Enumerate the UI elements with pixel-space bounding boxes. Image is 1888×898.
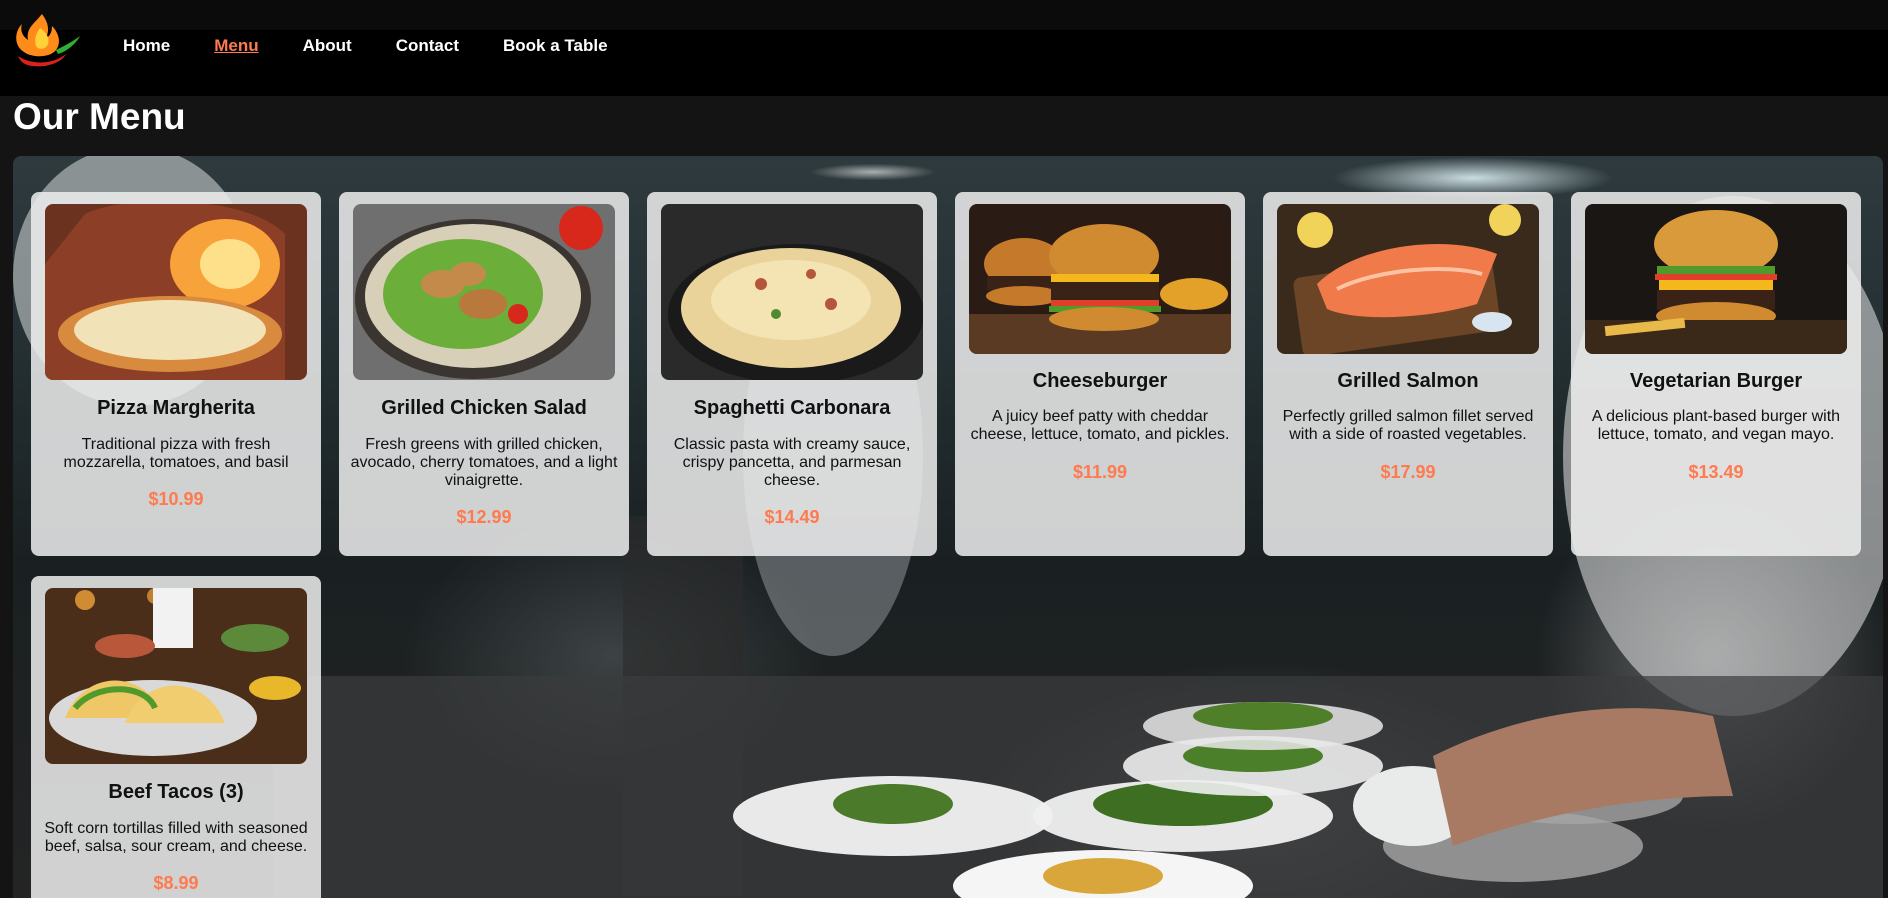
item-name: Cheeseburger bbox=[1032, 370, 1168, 392]
item-price: $8.99 bbox=[153, 873, 199, 893]
nav-about[interactable]: About bbox=[303, 36, 352, 56]
salmon-photo bbox=[1277, 204, 1539, 354]
logo[interactable] bbox=[4, 10, 86, 76]
item-price: $13.49 bbox=[1688, 462, 1744, 482]
item-description: Perfectly grilled salmon fillet served w… bbox=[1282, 408, 1534, 443]
menu-card[interactable]: Grilled Salmon Perfectly grilled salmon … bbox=[1263, 192, 1553, 556]
nav-links: Home Menu About Contact Book a Table bbox=[123, 36, 652, 56]
pasta-photo bbox=[661, 204, 923, 380]
page-title: Our Menu bbox=[13, 96, 186, 137]
item-name: Vegetarian Burger bbox=[1629, 370, 1803, 392]
salad-photo bbox=[353, 204, 615, 380]
nav-home[interactable]: Home bbox=[123, 36, 170, 56]
salmon-image bbox=[1277, 204, 1539, 354]
menu-card[interactable]: Cheeseburger A juicy beef patty with che… bbox=[955, 192, 1245, 556]
item-description: A juicy beef patty with cheddar cheese, … bbox=[970, 408, 1230, 443]
item-price: $10.99 bbox=[148, 489, 204, 509]
item-description: A delicious plant-based burger with lett… bbox=[1591, 408, 1841, 443]
menu-card[interactable]: Beef Tacos (3) Soft corn tortillas fille… bbox=[31, 576, 321, 898]
item-price: $17.99 bbox=[1380, 462, 1436, 482]
item-description: Fresh greens with grilled chicken, avoca… bbox=[350, 436, 618, 489]
item-name: Spaghetti Carbonara bbox=[693, 397, 891, 419]
salad-image bbox=[353, 204, 615, 380]
item-price: $14.49 bbox=[764, 507, 820, 527]
item-description: Soft corn tortillas filled with seasoned… bbox=[44, 820, 308, 855]
menu-card[interactable]: Spaghetti Carbonara Classic pasta with c… bbox=[647, 192, 937, 556]
top-strip bbox=[0, 0, 1888, 30]
nav-contact[interactable]: Contact bbox=[396, 36, 459, 56]
item-name: Grilled Salmon bbox=[1337, 370, 1479, 392]
item-name: Beef Tacos (3) bbox=[108, 781, 244, 803]
nav-book-a-table[interactable]: Book a Table bbox=[503, 36, 608, 56]
veggie-burger-image bbox=[1585, 204, 1847, 354]
pizza-image bbox=[45, 204, 307, 380]
pizza-photo bbox=[45, 204, 307, 380]
tacos-image bbox=[45, 588, 307, 764]
item-name: Pizza Margherita bbox=[97, 397, 255, 419]
burger-photo bbox=[969, 204, 1231, 354]
item-description: Traditional pizza with fresh mozzarella,… bbox=[63, 436, 289, 471]
nav-menu[interactable]: Menu bbox=[214, 36, 258, 56]
item-price: $11.99 bbox=[1072, 462, 1128, 482]
veggie-burger-photo bbox=[1585, 204, 1847, 354]
item-name: Grilled Chicken Salad bbox=[381, 397, 587, 419]
menu-card[interactable]: Vegetarian Burger A delicious plant-base… bbox=[1571, 192, 1861, 556]
menu-card[interactable]: Grilled Chicken Salad Fresh greens with … bbox=[339, 192, 629, 556]
flame-logo-icon bbox=[16, 14, 80, 67]
item-description: Classic pasta with creamy sauce, crispy … bbox=[673, 436, 911, 489]
burger-image bbox=[969, 204, 1231, 354]
item-price: $12.99 bbox=[456, 507, 512, 527]
tacos-photo bbox=[45, 588, 307, 764]
pasta-image bbox=[661, 204, 923, 380]
menu-card[interactable]: Pizza Margherita Traditional pizza with … bbox=[31, 192, 321, 556]
